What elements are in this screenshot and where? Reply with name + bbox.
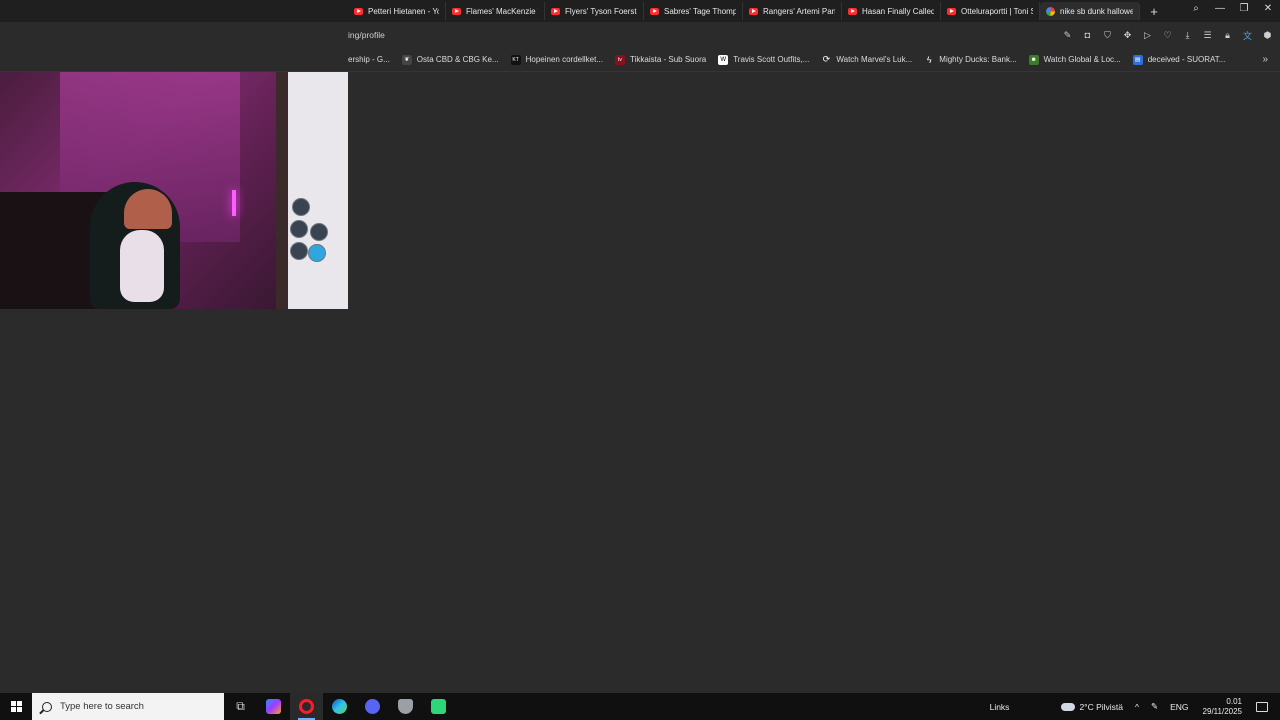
pen-icon[interactable]: ✎	[1145, 701, 1164, 712]
green-app-icon	[431, 699, 446, 714]
webcam-wall-badges	[290, 198, 330, 264]
weather-widget[interactable]: 2°C Pilvistä	[1055, 702, 1129, 712]
links-toolbar[interactable]: Links	[984, 702, 1016, 712]
bolt-icon: ϟ	[926, 54, 932, 65]
youtube-icon	[452, 7, 461, 15]
cube-icon[interactable]: ⬢	[1261, 29, 1274, 42]
opera-icon	[299, 699, 314, 714]
clock[interactable]: 0.01 29/11/2025	[1195, 697, 1250, 717]
notification-icon	[1256, 701, 1268, 712]
youtube-icon	[354, 7, 363, 15]
page-icon: ▤	[1132, 54, 1143, 65]
system-tray: Links 2°C Pilvistä ^ ✎ ENG 0.01 29/11/20…	[984, 693, 1280, 720]
shield-app-icon	[398, 699, 413, 714]
extensions-icon[interactable]: ✥	[1121, 29, 1134, 42]
webcam-face	[120, 230, 164, 302]
kt-icon: KT	[510, 54, 521, 65]
bookmark-4[interactable]: W Travis Scott Outfits,...	[712, 54, 815, 65]
taskbar: Type here to search ⧉ Links 2°C Pilvistä…	[0, 693, 1280, 720]
youtube-icon	[551, 7, 560, 15]
tab-bar-hidden-area	[0, 2, 348, 20]
google-icon	[1046, 6, 1055, 16]
task-view-icon: ⧉	[236, 699, 245, 713]
notification-button[interactable]	[1250, 701, 1280, 712]
play-icon[interactable]: ▷	[1141, 29, 1154, 42]
leaf-icon: ❦	[401, 54, 412, 65]
globe-icon: ⟳	[822, 54, 831, 64]
close-icon[interactable]: ✕	[1256, 0, 1280, 16]
tab-6[interactable]: Otteluraportti | Toni Sl	[941, 2, 1040, 20]
address-bar: ing/profile ✎ ◘ ⛉ ✥ ▷ ♡ ⤓ ☰ 🔒︎ 文 ⬢	[0, 22, 1280, 48]
bookmark-5[interactable]: ⟳ Watch Marvel's Luk...	[815, 54, 918, 65]
bookmark-0[interactable]: ership - G...	[342, 55, 396, 64]
clock-date: 29/11/2025	[1202, 706, 1242, 716]
taskbar-search[interactable]: Type here to search	[32, 693, 224, 720]
tab-0[interactable]: Petteri Hietanen - You	[348, 2, 446, 20]
translate-icon[interactable]: 文	[1241, 29, 1254, 42]
tab-7-active[interactable]: nike sb dunk hallowe	[1040, 2, 1140, 20]
webcam-beanie	[124, 189, 172, 229]
youtube-icon	[947, 7, 956, 15]
shield-icon[interactable]: ⛉	[1101, 29, 1114, 42]
clock-time: 0.01	[1226, 696, 1242, 706]
webcam-light	[232, 190, 236, 216]
bookmark-3[interactable]: tv Tikkaista - Sub Suora	[609, 54, 712, 65]
minimize-icon[interactable]: —	[1208, 0, 1232, 16]
search-tabs-icon[interactable]: ⌕	[1184, 0, 1208, 16]
chevron-up-icon[interactable]: ^	[1129, 702, 1145, 712]
menu-icon[interactable]: ☰	[1201, 29, 1214, 42]
taskbar-app-opera[interactable]	[290, 693, 323, 720]
cloud-icon	[1061, 702, 1076, 711]
taskbar-app-edge[interactable]	[323, 693, 356, 720]
taskbar-app-discord[interactable]	[356, 693, 389, 720]
bookmark-7[interactable]: ☻ Watch Global & Loc...	[1023, 54, 1127, 65]
alien-icon: ☻	[1028, 54, 1039, 65]
toolbar-icons: ✎ ◘ ⛉ ✥ ▷ ♡ ⤓ ☰ 🔒︎ 文 ⬢	[1061, 29, 1274, 42]
task-view-button[interactable]: ⧉	[224, 693, 257, 720]
discord-icon	[365, 699, 380, 714]
bookmark-2[interactable]: KT Hopeinen cordellket...	[505, 54, 609, 65]
bookmark-8[interactable]: ▤ deceived - SUORAT...	[1127, 54, 1232, 65]
taskbar-app-green[interactable]	[422, 693, 455, 720]
copilot-icon	[266, 699, 281, 714]
tab-4[interactable]: Rangers' Artemi Panar	[743, 2, 842, 20]
youtube-icon	[749, 7, 758, 15]
w-icon: W	[718, 54, 729, 65]
bookmarks-overflow-icon[interactable]: »	[1262, 54, 1268, 65]
url-field[interactable]: ing/profile	[348, 30, 385, 40]
window-controls: ⌕ — ❐ ✕	[1184, 0, 1280, 18]
start-button[interactable]	[0, 693, 32, 720]
tab-5[interactable]: Hasan Finally Called N	[842, 2, 941, 20]
lock-icon[interactable]: 🔒︎	[1221, 29, 1234, 42]
tab-bar: Petteri Hietanen - You Flames' MacKenzie…	[0, 0, 1280, 22]
taskbar-app-shield[interactable]	[389, 693, 422, 720]
youtube-icon	[650, 7, 659, 15]
webcam-overlay	[0, 72, 348, 309]
bookmark-1[interactable]: ❦ Osta CBD & CBG Ke...	[396, 54, 505, 65]
camera-icon[interactable]: ◘	[1081, 29, 1094, 42]
edit-icon[interactable]: ✎	[1061, 29, 1074, 42]
search-placeholder: Type here to search	[60, 701, 144, 712]
page-content	[0, 72, 1280, 693]
tab-2[interactable]: Flyers' Tyson Foerster /	[545, 2, 644, 20]
language-indicator[interactable]: ENG	[1164, 702, 1194, 712]
tv-icon: tv	[615, 54, 625, 65]
search-icon	[42, 701, 52, 712]
youtube-icon	[848, 7, 857, 15]
download-icon[interactable]: ⤓	[1181, 29, 1194, 42]
new-tab-button[interactable]: +	[1144, 2, 1164, 20]
taskbar-app-copilot[interactable]	[257, 693, 290, 720]
tab-1[interactable]: Flames' MacKenzie We	[446, 2, 545, 20]
heart-icon[interactable]: ♡	[1161, 29, 1174, 42]
webcam-door	[276, 72, 348, 309]
tab-3[interactable]: Sabres' Tage Thompso	[644, 2, 743, 20]
bookmark-6[interactable]: ϟ Mighty Ducks: Bank...	[918, 55, 1022, 65]
windows-icon	[10, 701, 22, 712]
edge-icon	[332, 699, 347, 714]
bookmarks-bar: ership - G... ❦ Osta CBD & CBG Ke... KT Ho…	[0, 48, 1280, 72]
restore-icon[interactable]: ❐	[1232, 0, 1256, 16]
